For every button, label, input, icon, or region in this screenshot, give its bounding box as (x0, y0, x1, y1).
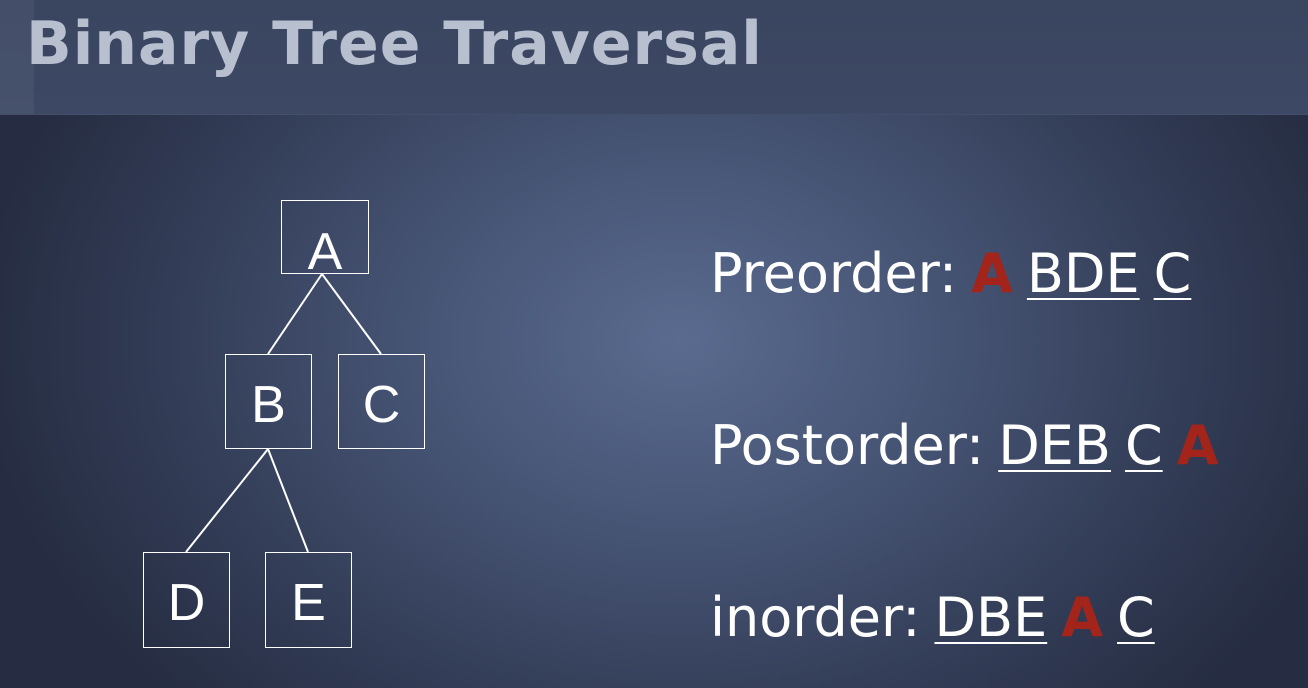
tree-node-c: C (338, 354, 425, 449)
inorder-part-1: DBE (934, 586, 1048, 649)
edge-a-b (267, 273, 323, 355)
tree-node-b-label: B (251, 375, 286, 434)
edge-b-d (185, 448, 269, 553)
tree-node-b: B (225, 354, 312, 449)
inorder-part-3: C (1117, 586, 1155, 649)
postorder-part-2: C (1124, 414, 1163, 477)
preorder-part-3: C (1153, 242, 1192, 305)
tree-node-d: D (143, 552, 230, 648)
postorder-part-3: A (1176, 414, 1219, 477)
postorder-part-1: DEB (998, 414, 1111, 477)
tree-node-a-label: A (307, 223, 343, 281)
tree-node-e: E (265, 552, 352, 648)
inorder-label: inorder: (710, 586, 921, 649)
preorder-label: Preorder: (710, 242, 958, 305)
preorder-part-2: BDE (1026, 242, 1140, 305)
tree-node-a: A (281, 200, 369, 278)
tree-node-d-label: D (167, 574, 206, 632)
postorder-traversal: Postorder: DEB C A (710, 410, 1218, 482)
inorder-part-2: A (1061, 586, 1104, 649)
inorder-traversal: inorder: DBE A C (710, 582, 1155, 654)
tree-node-e-label: E (291, 574, 326, 632)
preorder-traversal: Preorder: A BDE C (710, 238, 1191, 310)
postorder-label: Postorder: (710, 414, 985, 477)
tree-node-c-label: C (362, 375, 401, 434)
edge-a-c (321, 273, 382, 355)
edge-b-e (267, 448, 309, 553)
preorder-part-1: A (971, 242, 1013, 305)
